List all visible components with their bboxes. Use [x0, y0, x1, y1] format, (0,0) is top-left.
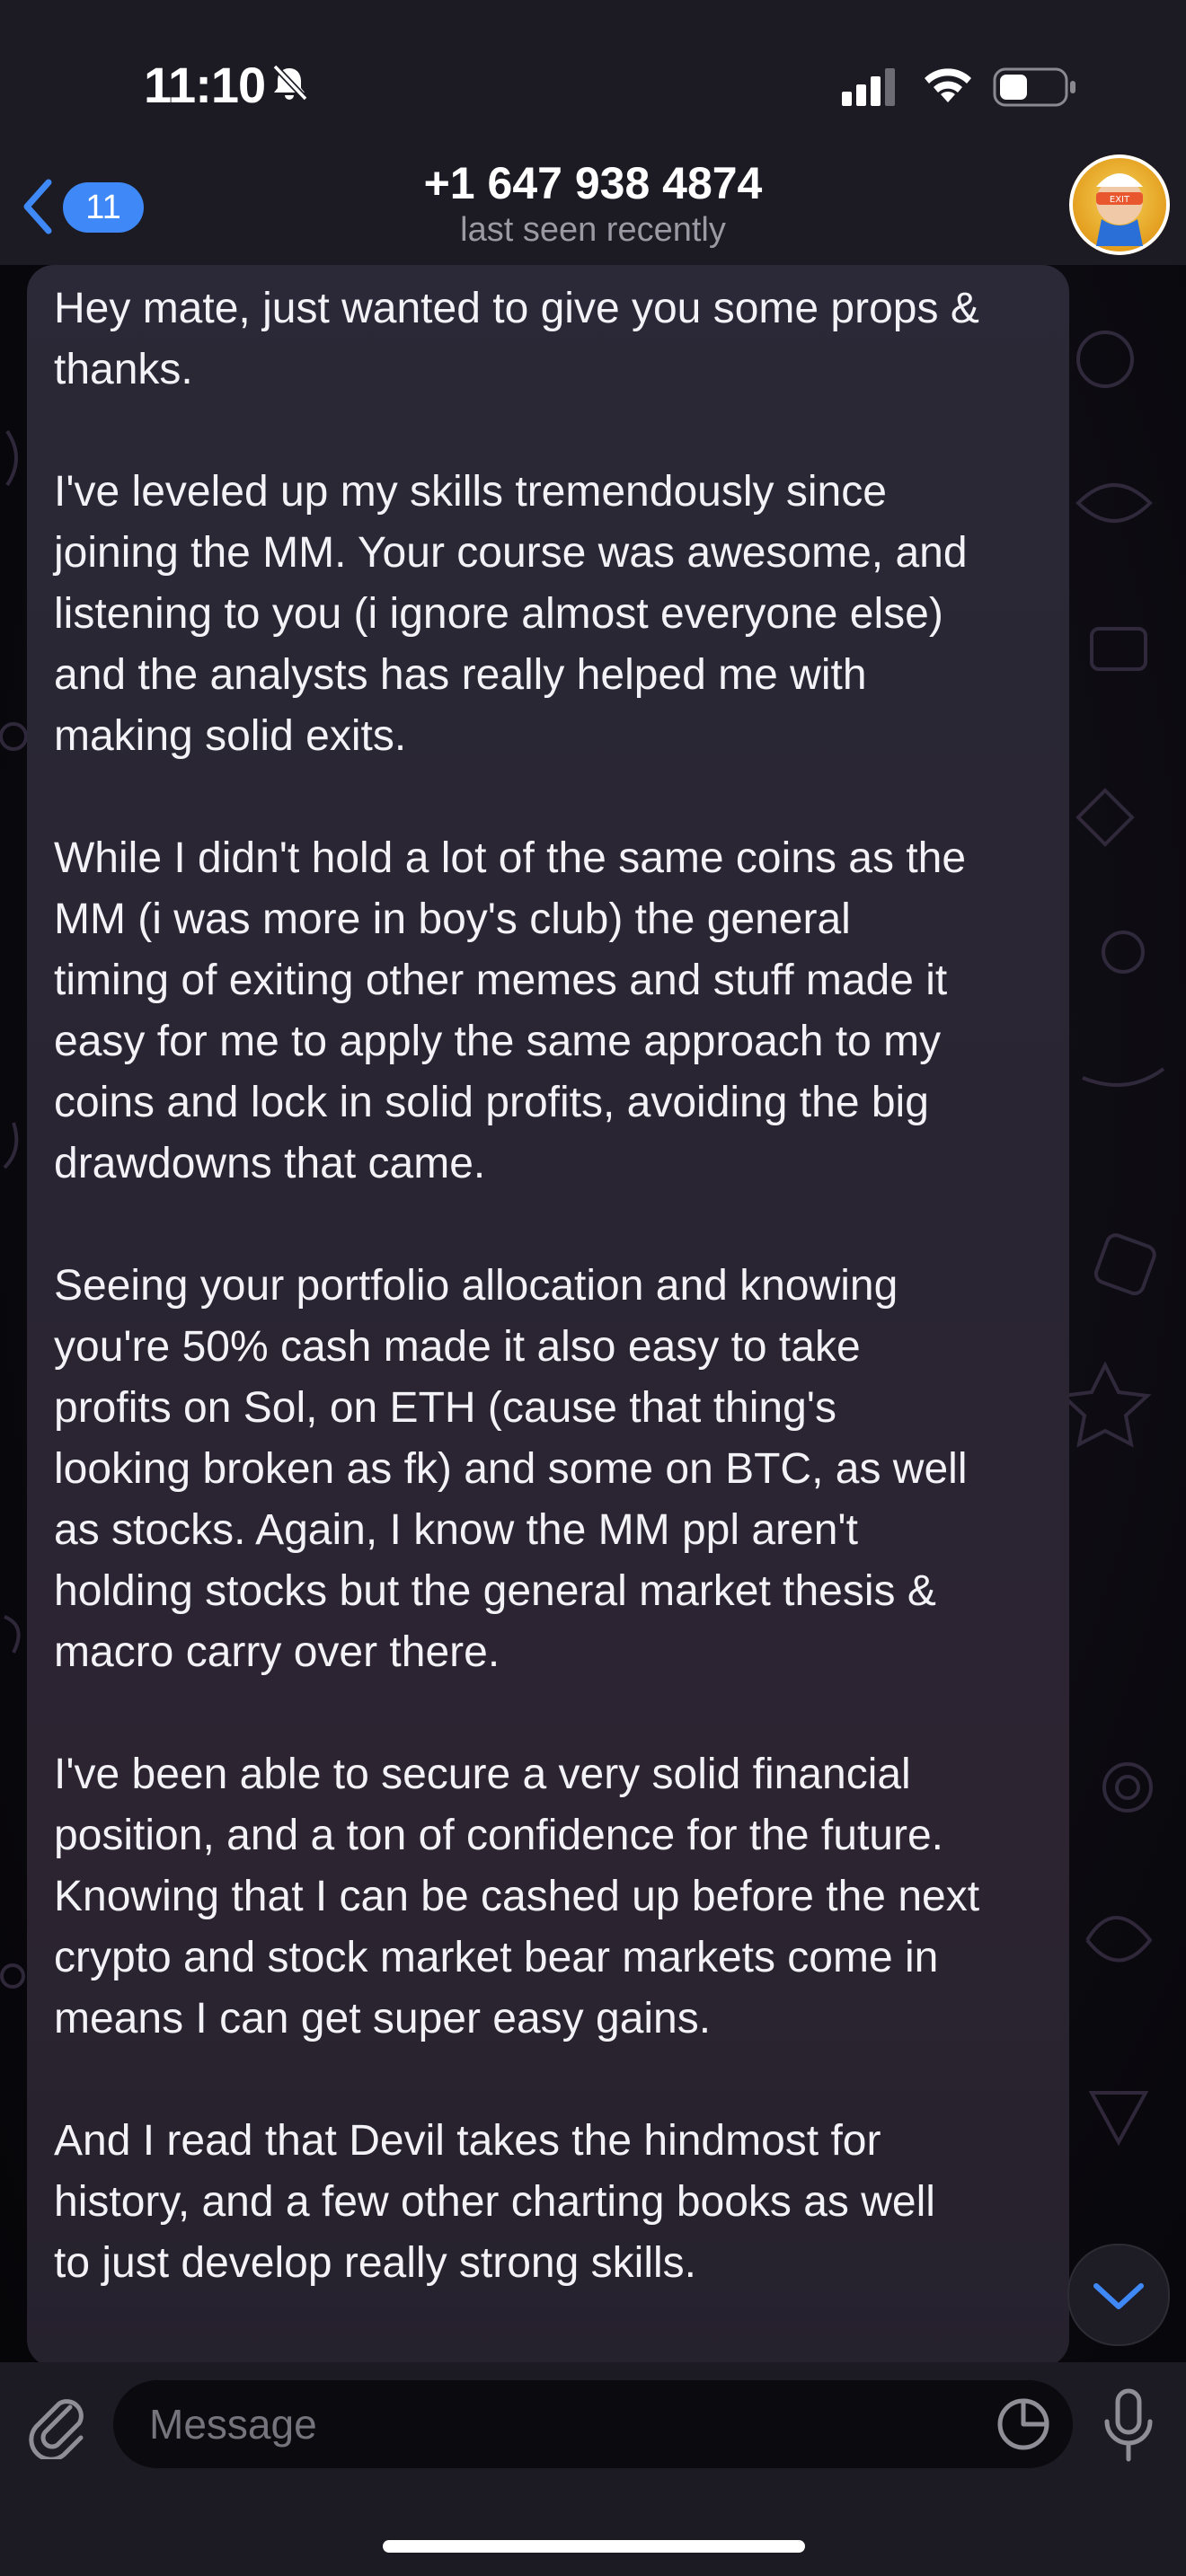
avatar[interactable]: EXIT: [1069, 154, 1170, 255]
sticker-icon[interactable]: [996, 2396, 1051, 2452]
message-input[interactable]: [113, 2380, 1073, 2468]
home-indicator[interactable]: [383, 2540, 805, 2553]
battery-icon: [993, 67, 1075, 107]
message-text: Hey mate, just wanted to give you some p…: [54, 285, 980, 2287]
microphone-icon[interactable]: [1098, 2386, 1159, 2465]
bell-slash-icon: [272, 64, 308, 101]
svg-text:EXIT: EXIT: [1110, 195, 1130, 205]
contact-title[interactable]: +1 647 938 4874: [0, 157, 1186, 209]
wifi-icon: [925, 68, 971, 102]
chevron-down-icon: [1093, 2283, 1144, 2309]
paperclip-icon[interactable]: [25, 2387, 88, 2459]
cellular-signal-icon: [842, 68, 895, 106]
scroll-to-bottom-button[interactable]: [1067, 2244, 1170, 2346]
status-time: 11:10: [144, 57, 266, 113]
avatar-illustration: EXIT: [1069, 154, 1170, 255]
contact-status: last seen recently: [460, 211, 726, 249]
